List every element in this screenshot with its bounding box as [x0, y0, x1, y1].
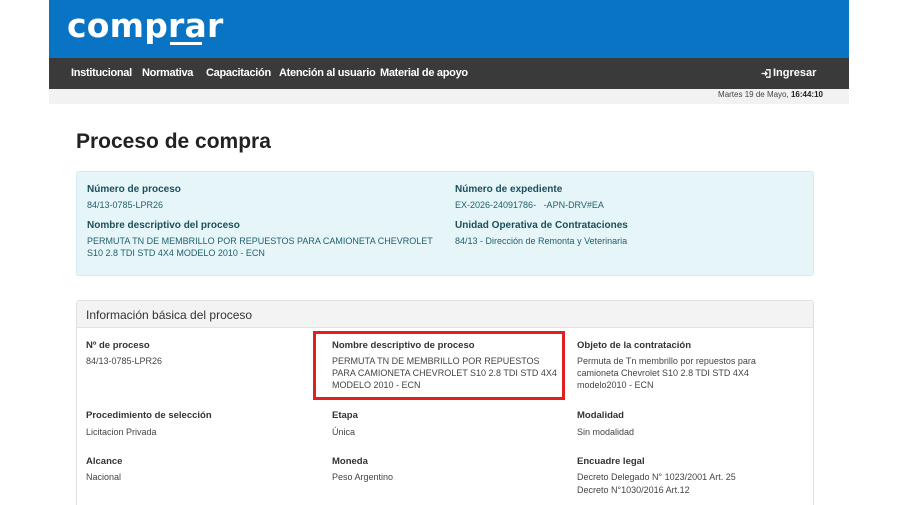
date-bar: Martes 19 de Mayo, 16:44:10	[49, 89, 849, 104]
encuadre-legal-line-2: Decreto N°1030/2016 Art.12	[577, 485, 690, 495]
alcance-value: Nacional	[86, 472, 122, 482]
highlight-box	[313, 331, 565, 400]
numero-proceso-label: Número de proceso	[87, 184, 181, 195]
n-proceso-label: Nº de proceso	[86, 340, 150, 351]
nav-item-atencion-usuario[interactable]: Atención al usuario	[279, 58, 376, 89]
objeto-contratacion-value: Permuta de Tn membrillo por repuestos pa…	[577, 356, 756, 390]
page-title: Proceso de compra	[76, 130, 271, 153]
moneda-value: Peso Argentino	[332, 472, 394, 482]
numero-expediente-label: Número de expediente	[455, 184, 563, 195]
nombre-descriptivo-value: PERMUTA TN DE MEMBRILLO POR REPUESTOS PA…	[87, 236, 433, 258]
login-label: Ingresar	[773, 67, 817, 79]
etapa-value: Única	[332, 427, 356, 437]
procedimiento-value: Licitacion Privada	[86, 427, 157, 437]
site-header: comprar	[49, 0, 849, 58]
modalidad-value: Sin modalidad	[577, 427, 635, 437]
current-datetime: Martes 19 de Mayo, 16:44:10	[718, 90, 823, 99]
etapa-label: Etapa	[332, 410, 358, 421]
modalidad-label: Modalidad	[577, 410, 624, 421]
current-time: 16:44:10	[790, 90, 823, 99]
moneda-label: Moneda	[332, 456, 368, 467]
encuadre-legal-label: Encuadre legal	[577, 456, 645, 467]
encuadre-legal-line-1: Decreto Delegado N° 1023/2001 Art. 25	[577, 472, 736, 482]
objeto-contratacion-label: Objeto de la contratación	[577, 340, 692, 351]
procedimiento-label: Procedimiento de selección	[86, 410, 212, 421]
basic-info-title: Información básica del proceso	[86, 308, 253, 322]
nav-item-normativa[interactable]: Normativa	[142, 58, 193, 89]
numero-proceso-value: 84/13-0785-LPR26	[87, 200, 164, 210]
nav-item-institucional[interactable]: Institucional	[71, 58, 132, 89]
unidad-operativa-value: 84/13 - Dirección de Remonta y Veterinar…	[455, 236, 628, 246]
main-nav: Institucional Normativa Capacitación Ate…	[49, 58, 849, 89]
process-summary: Número de proceso 84/13-0785-LPR26 Númer…	[76, 171, 814, 276]
nav-item-capacitacion[interactable]: Capacitación	[206, 58, 271, 89]
n-proceso-value: 84/13-0785-LPR26	[86, 356, 163, 366]
login-icon	[761, 68, 771, 78]
comprar-logo[interactable]: comprar	[67, 6, 223, 45]
current-date: Martes 19 de Mayo,	[718, 90, 789, 99]
login-link[interactable]: Ingresar	[761, 58, 816, 89]
numero-expediente-value: EX-2026-24091786- -APN-DRV#EA	[455, 200, 604, 210]
alcance-label: Alcance	[86, 456, 123, 467]
logo-underline	[170, 42, 202, 45]
unidad-operativa-label: Unidad Operativa de Contrataciones	[455, 220, 628, 231]
nombre-descriptivo-label: Nombre descriptivo del proceso	[87, 220, 240, 231]
nav-item-material-apoyo[interactable]: Material de apoyo	[380, 58, 468, 89]
basic-info-header: Información básica del proceso	[77, 301, 813, 328]
